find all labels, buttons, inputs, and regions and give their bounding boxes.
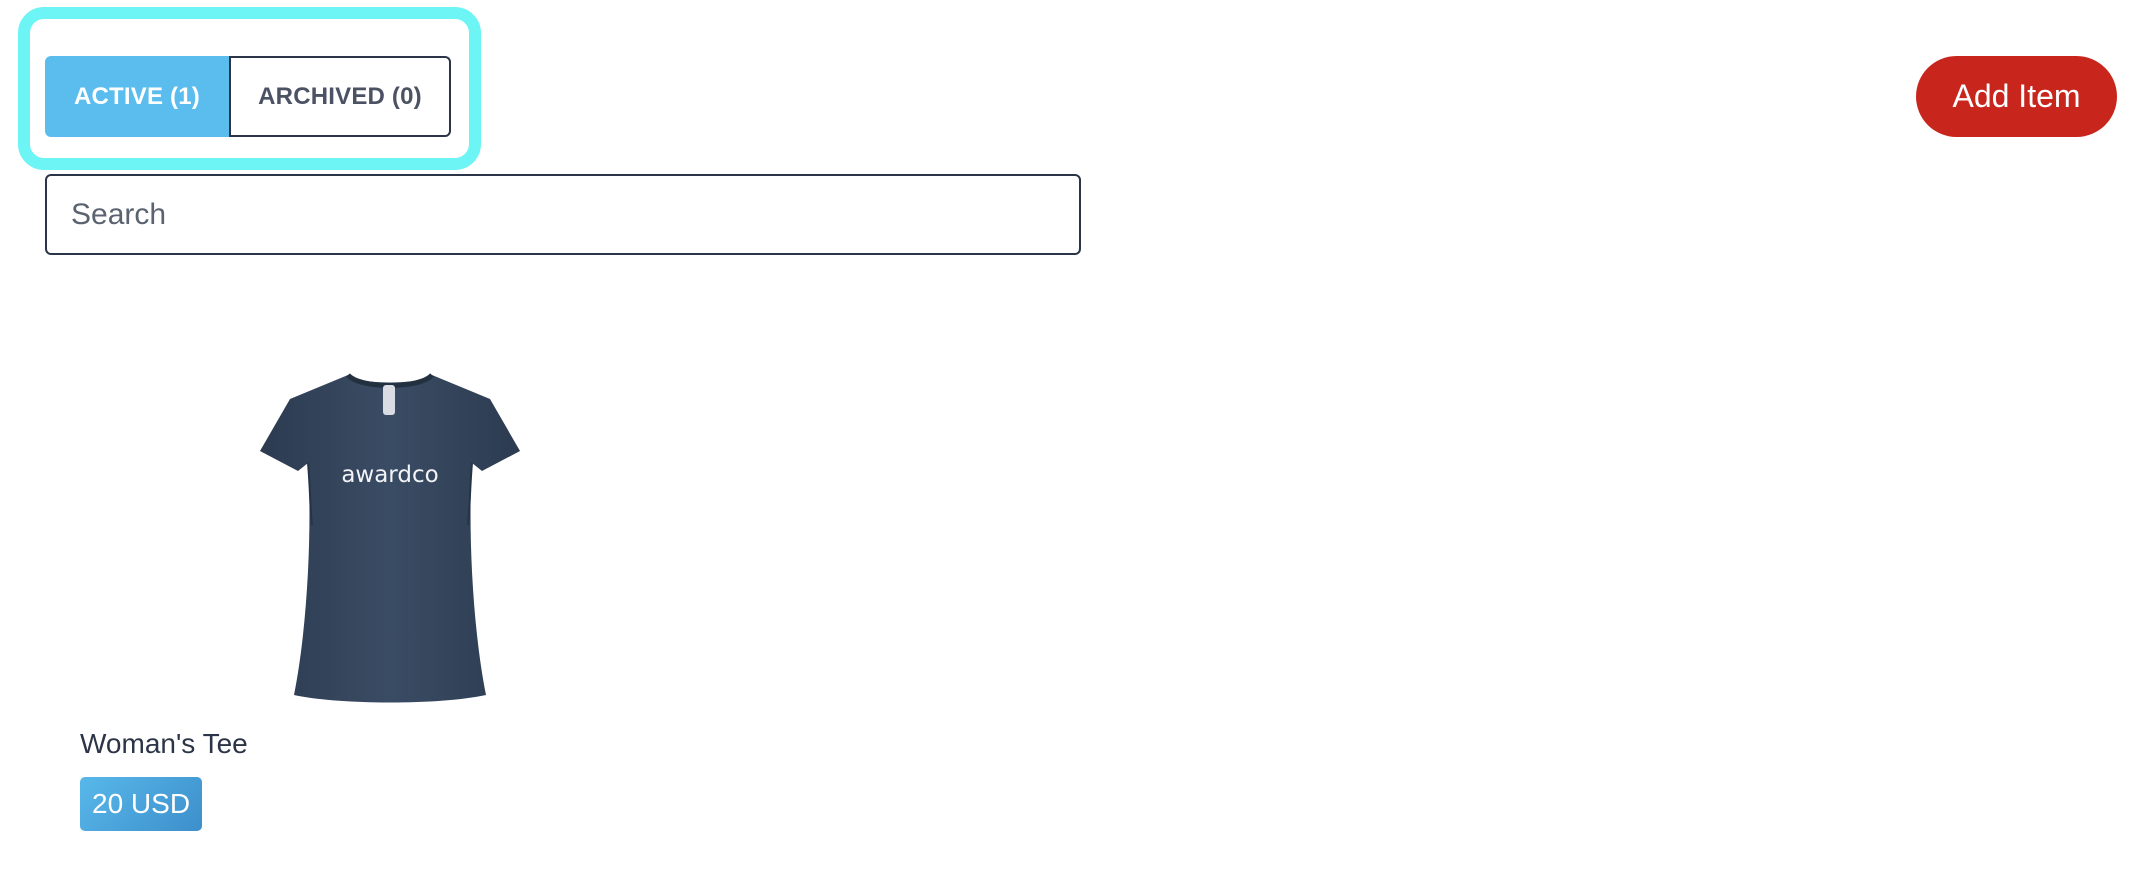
tab-active[interactable]: ACTIVE (1) [45, 56, 229, 137]
svg-text:awardco: awardco [341, 462, 438, 488]
search-input[interactable] [45, 174, 1081, 255]
item-name: Woman's Tee [80, 728, 248, 759]
item-card[interactable]: awardco Woman's Tee 20 USD [70, 350, 520, 840]
tshirt-image: awardco [260, 373, 520, 703]
add-item-button[interactable]: Add Item [1916, 56, 2117, 137]
status-tabs: ACTIVE (1) ARCHIVED (0) [45, 56, 451, 137]
price-badge: 20 USD [80, 777, 203, 831]
tab-archived[interactable]: ARCHIVED (0) [229, 56, 451, 137]
